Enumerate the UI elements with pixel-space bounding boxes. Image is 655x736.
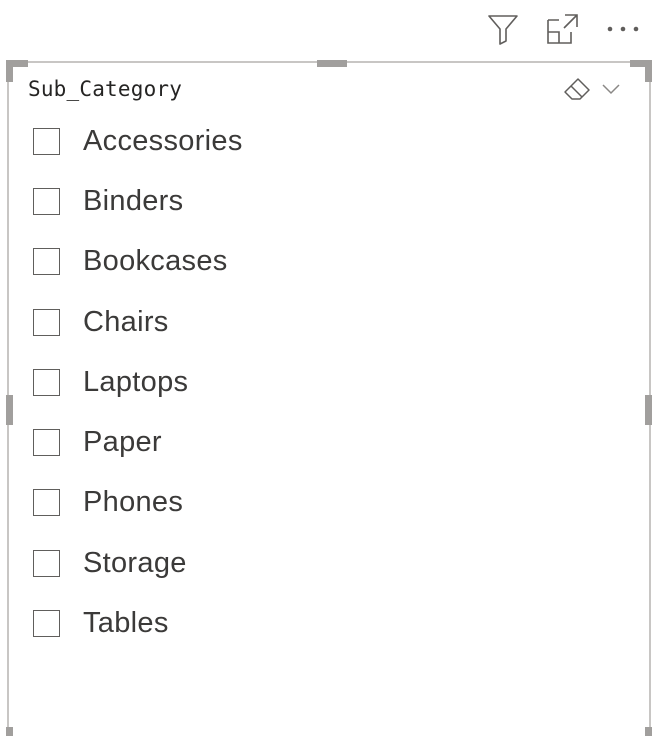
resize-handle-top[interactable] — [317, 60, 347, 67]
slicer-item-label: Storage — [83, 546, 187, 579]
resize-handle-bottom-right[interactable] — [645, 727, 652, 736]
visual-header-toolbar — [481, 6, 645, 52]
checkbox[interactable] — [33, 429, 60, 457]
slicer-item-storage[interactable]: Storage — [33, 533, 593, 593]
slicer-item-label: Binders — [83, 184, 184, 217]
more-options-icon[interactable] — [601, 7, 645, 51]
slicer-item-label: Accessories — [83, 124, 243, 157]
slicer-item-label: Paper — [83, 426, 162, 459]
checkbox[interactable] — [33, 248, 60, 276]
resize-handle-top-right-vertical[interactable] — [645, 60, 652, 82]
slicer-item-label: Chairs — [83, 305, 169, 338]
slicer-header-tools — [560, 74, 628, 104]
slicer-item-label: Bookcases — [83, 245, 228, 278]
slicer-title: Sub_Category — [28, 77, 183, 101]
checkbox[interactable] — [33, 489, 60, 517]
checkbox[interactable] — [33, 549, 60, 577]
slicer-item-label: Tables — [83, 607, 169, 640]
slicer-item-paper[interactable]: Paper — [33, 412, 593, 472]
eraser-icon[interactable] — [560, 74, 594, 104]
resize-handle-left[interactable] — [6, 395, 13, 425]
slicer-header: Sub_Category — [28, 74, 628, 104]
resize-handle-top-left-vertical[interactable] — [6, 60, 13, 82]
checkbox[interactable] — [33, 127, 60, 155]
filter-icon[interactable] — [481, 7, 525, 51]
slicer-item-label: Laptops — [83, 365, 189, 398]
slicer-item-chairs[interactable]: Chairs — [33, 292, 593, 352]
slicer-item-accessories[interactable]: Accessories — [33, 111, 593, 171]
slicer-screen: Sub_Category Accessories Binders Bookcas… — [0, 0, 655, 736]
slicer-item-binders[interactable]: Binders — [33, 171, 593, 231]
slicer-item-tables[interactable]: Tables — [33, 593, 593, 653]
chevron-down-icon[interactable] — [594, 74, 628, 104]
checkbox[interactable] — [33, 308, 60, 336]
slicer-item-laptops[interactable]: Laptops — [33, 352, 593, 412]
resize-handle-right[interactable] — [645, 395, 652, 425]
checkbox[interactable] — [33, 610, 60, 638]
slicer-item-label: Phones — [83, 486, 184, 519]
checkbox[interactable] — [33, 187, 60, 215]
slicer-item-bookcases[interactable]: Bookcases — [33, 232, 593, 292]
slicer-item-list: Accessories Binders Bookcases Chairs Lap… — [33, 119, 593, 654]
checkbox[interactable] — [33, 368, 60, 396]
resize-handle-bottom-left[interactable] — [6, 727, 13, 736]
slicer-item-phones[interactable]: Phones — [33, 473, 593, 533]
focus-mode-icon[interactable] — [541, 7, 585, 51]
